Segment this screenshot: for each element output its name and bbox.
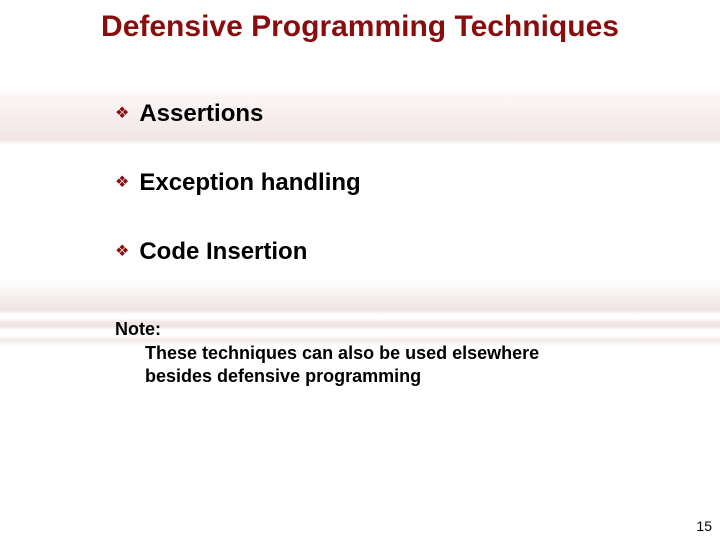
bullet-text: Assertions — [139, 100, 263, 129]
list-item: ❖ Code Insertion — [115, 238, 660, 267]
note-label: Note: — [115, 318, 660, 341]
slide-body: ❖ Assertions ❖ Exception handling ❖ Code… — [115, 100, 660, 389]
diamond-bullet-icon: ❖ — [115, 244, 129, 260]
page-number: 15 — [696, 518, 712, 534]
note-line: besides defensive programming — [145, 365, 660, 388]
list-item: ❖ Exception handling — [115, 169, 660, 198]
note-block: Note: These techniques can also be used … — [115, 318, 660, 388]
note-line: These techniques can also be used elsewh… — [145, 342, 660, 365]
diamond-bullet-icon: ❖ — [115, 175, 129, 191]
slide-title: Defensive Programming Techniques — [20, 10, 700, 44]
diamond-bullet-icon: ❖ — [115, 106, 129, 122]
bullet-text: Exception handling — [139, 169, 360, 198]
bullet-text: Code Insertion — [139, 238, 307, 267]
slide: Defensive Programming Techniques ❖ Asser… — [0, 0, 720, 540]
list-item: ❖ Assertions — [115, 100, 660, 129]
note-body: These techniques can also be used elsewh… — [115, 342, 660, 389]
